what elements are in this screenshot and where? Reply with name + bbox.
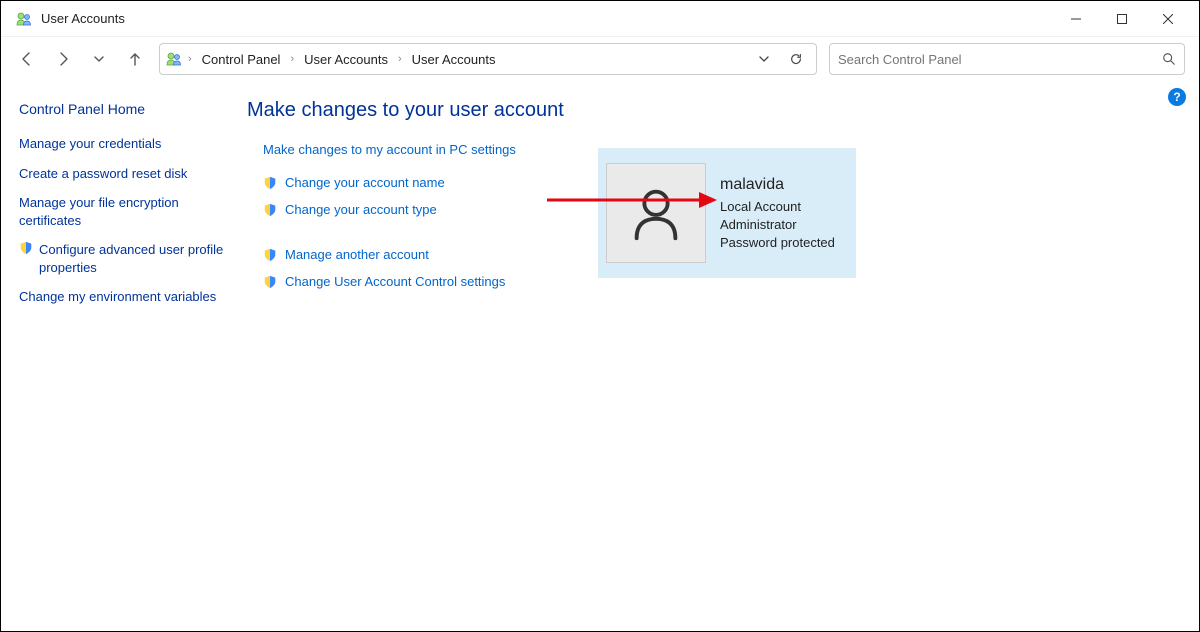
address-icon <box>166 51 182 67</box>
recent-locations-button[interactable] <box>87 47 111 71</box>
navigation-toolbar: › Control Panel › User Accounts › User A… <box>1 37 1199 81</box>
window-title: User Accounts <box>41 11 125 26</box>
sidebar-link-change-environment-variables[interactable]: Change my environment variables <box>15 288 225 306</box>
sidebar-link-control-panel-home[interactable]: Control Panel Home <box>15 101 225 117</box>
sidebar-link-configure-advanced-profile[interactable]: Configure advanced user profile properti… <box>15 241 225 276</box>
shield-icon <box>263 275 277 289</box>
breadcrumb-user-accounts-category[interactable]: User Accounts <box>300 50 392 69</box>
maximize-button[interactable] <box>1099 1 1145 37</box>
action-label: Change your account name <box>285 175 445 190</box>
sidebar-item-label: Create a password reset disk <box>19 165 187 183</box>
address-history-button[interactable] <box>750 45 778 73</box>
action-label: Change User Account Control settings <box>285 274 505 289</box>
title-bar: User Accounts <box>1 1 1199 37</box>
sidebar-link-manage-credentials[interactable]: Manage your credentials <box>15 135 225 153</box>
sidebar-link-manage-encryption-certificates[interactable]: Manage your file encryption certificates <box>15 194 225 229</box>
user-role: Administrator <box>720 216 835 234</box>
address-bar[interactable]: › Control Panel › User Accounts › User A… <box>159 43 817 75</box>
search-input[interactable] <box>838 52 1162 67</box>
breadcrumb-user-accounts[interactable]: User Accounts <box>408 50 500 69</box>
sidebar-item-label: Change my environment variables <box>19 288 216 306</box>
sidebar-link-create-password-reset-disk[interactable]: Create a password reset disk <box>15 165 225 183</box>
action-label: Make changes to my account in PC setting… <box>263 142 516 157</box>
user-password-status: Password protected <box>720 234 835 252</box>
shield-icon <box>19 241 33 255</box>
back-button[interactable] <box>15 47 39 71</box>
sidebar: Control Panel Home Manage your credentia… <box>15 99 225 319</box>
search-bar[interactable] <box>829 43 1185 75</box>
search-icon <box>1162 52 1176 66</box>
user-account-type: Local Account <box>720 198 835 216</box>
up-button[interactable] <box>123 47 147 71</box>
shield-icon <box>263 203 277 217</box>
shield-icon <box>263 176 277 190</box>
refresh-button[interactable] <box>782 45 810 73</box>
shield-icon <box>263 248 277 262</box>
minimize-button[interactable] <box>1053 1 1099 37</box>
user-avatar <box>606 163 706 263</box>
user-accounts-app-icon <box>15 10 33 28</box>
page-title: Make changes to your user account <box>247 99 1185 122</box>
breadcrumb-separator-icon: › <box>396 53 404 65</box>
breadcrumb-control-panel[interactable]: Control Panel <box>198 50 285 69</box>
breadcrumb-separator-icon: › <box>186 53 194 65</box>
action-label: Manage another account <box>285 247 429 262</box>
close-button[interactable] <box>1145 1 1191 37</box>
breadcrumb-separator-icon: › <box>288 53 296 65</box>
user-name: malavida <box>720 174 835 196</box>
action-label: Change your account type <box>285 202 437 217</box>
forward-button[interactable] <box>51 47 75 71</box>
sidebar-item-label: Manage your credentials <box>19 135 161 153</box>
sidebar-item-label: Configure advanced user profile properti… <box>39 241 225 276</box>
current-user-card: malavida Local Account Administrator Pas… <box>598 148 856 278</box>
sidebar-item-label: Manage your file encryption certificates <box>19 194 225 229</box>
